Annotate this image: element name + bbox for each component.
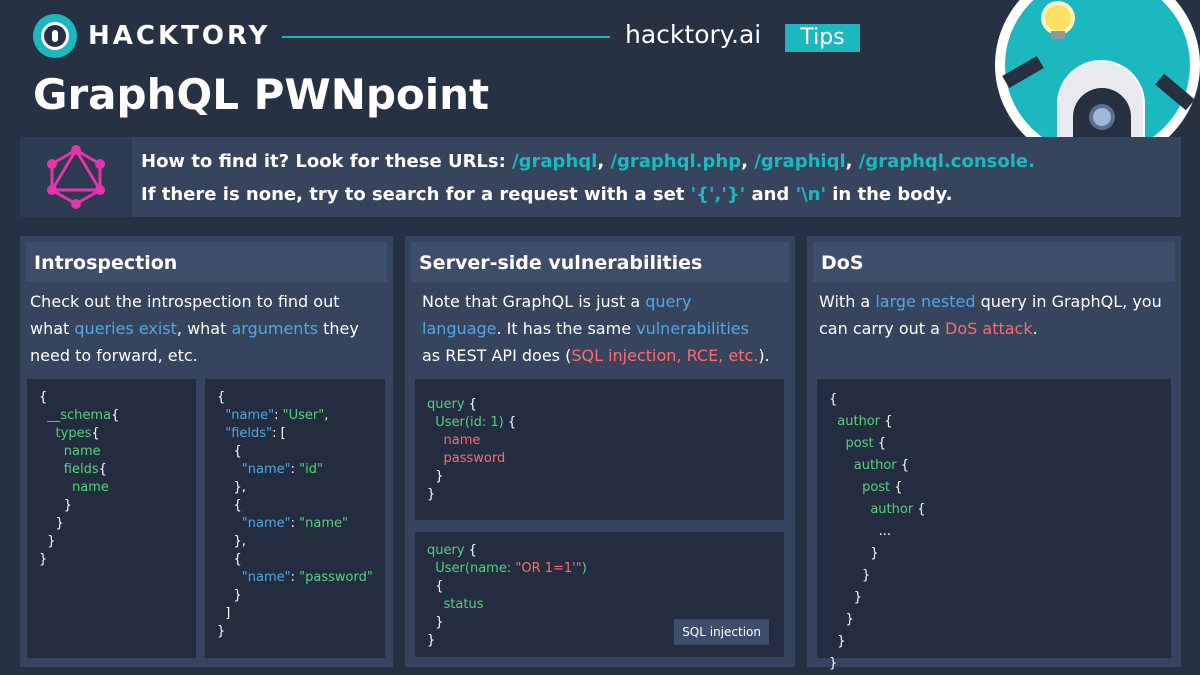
panel-title: DoS — [821, 252, 864, 274]
lightbulb-icon — [1045, 5, 1071, 31]
introspection-panel: Introspection Check out the introspectio… — [20, 236, 393, 667]
code-block-query: query { User(id: 1) { name password } } — [415, 379, 784, 520]
brand-name: HACKTORY — [88, 21, 271, 51]
panel-description: Check out the introspection to find out … — [30, 292, 359, 365]
url-graphiql: /graphiql — [754, 151, 846, 172]
panel-title: Introspection — [34, 252, 178, 274]
url-graphql-php: /graphql.php — [610, 151, 742, 172]
url-graphql-console: /graphql.console. — [858, 151, 1035, 172]
panel-title: Server-side vulnerabilities — [419, 252, 703, 274]
tips-badge: Tips — [785, 24, 860, 52]
code-block-nested: { author { post { author { post { author… — [817, 379, 1171, 671]
divider — [282, 36, 610, 38]
code-block-query: { __schema{ types{ name fields{ name } }… — [27, 379, 196, 658]
code-block-response: { "name": "User", "fields": [ { "name": … — [205, 379, 385, 658]
url-graphql: /graphql — [512, 151, 598, 172]
panel-description: With a large nested query in GraphQL, yo… — [819, 292, 1162, 338]
site-url: hacktory.ai — [625, 20, 762, 49]
page-title: GraphQL PWNpoint — [33, 70, 490, 119]
find-instructions: How to find it? Look for these URLs: /gr… — [141, 151, 1035, 205]
hacktory-logo-icon — [33, 14, 77, 58]
sql-injection-badge: SQL injection — [674, 619, 769, 645]
dos-panel: DoS With a large nested query in GraphQL… — [807, 236, 1181, 671]
panel-description: Note that GraphQL is just a query langua… — [422, 292, 770, 365]
find-it-banner: How to find it? Look for these URLs: /gr… — [20, 137, 1181, 217]
graphql-logo-icon — [20, 137, 132, 217]
code-block-injection: query { User(name: "OR 1=1'") { status }… — [415, 532, 784, 657]
server-side-panel: Server-side vulnerabilities Note that Gr… — [405, 236, 795, 667]
